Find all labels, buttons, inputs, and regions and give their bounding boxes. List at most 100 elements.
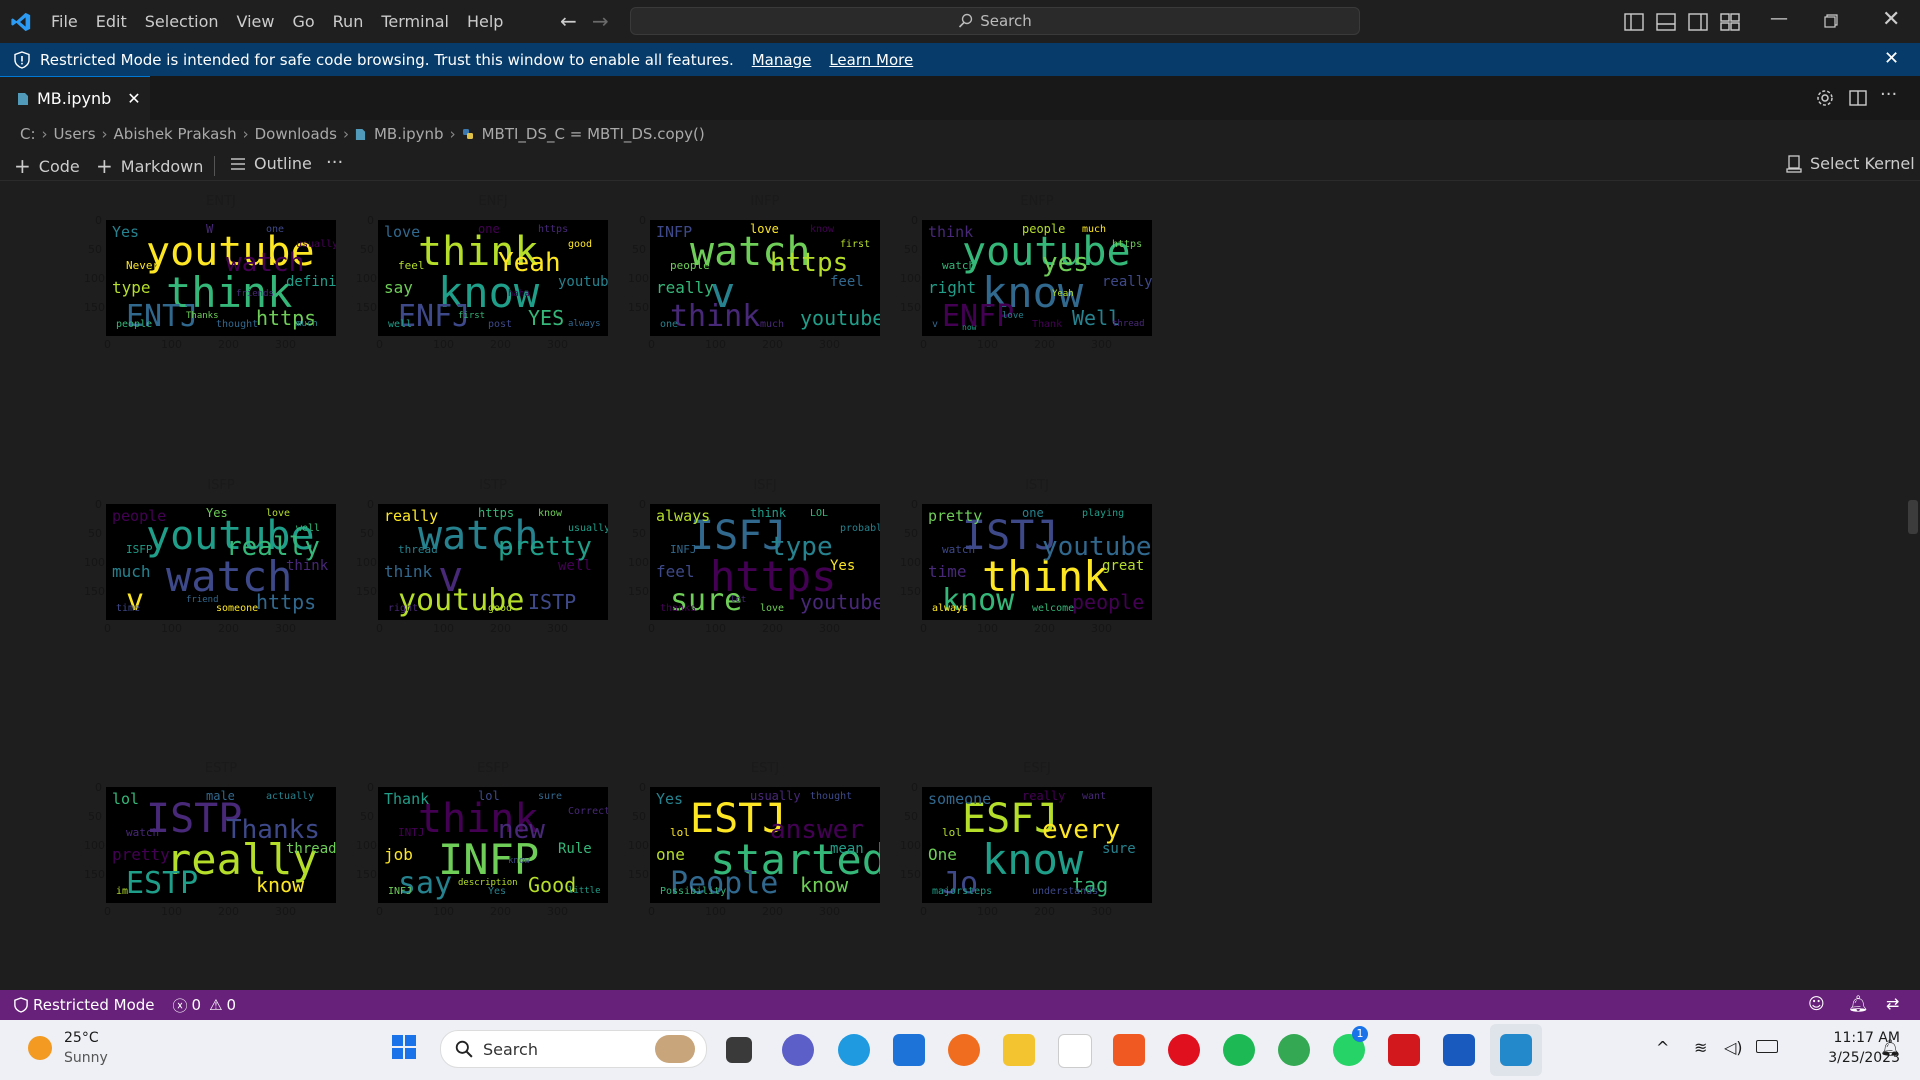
wordcloud-word: majorsteps [932,886,993,897]
x-tick-label: 0 [648,622,655,635]
wordcloud-title: ESFJ [1023,761,1051,776]
notification-icon[interactable]: 🔔︎ [1880,1038,1900,1057]
wordcloud-word: much [1082,224,1107,235]
menu-view[interactable]: View [228,0,284,43]
customize-layout-icon[interactable] [1718,10,1742,34]
y-tick-label: 0 [639,214,646,227]
wordcloud-word: friends [236,289,274,299]
volume-icon[interactable]: ◁) [1724,1038,1743,1057]
wifi-icon[interactable]: ≋ [1694,1038,1707,1057]
y-tick-label: 150 [84,585,105,598]
teams-chat-icon[interactable] [782,1034,814,1066]
breadcrumb-drive[interactable]: C: [20,125,36,143]
toggle-panel-icon[interactable] [1654,10,1678,34]
search-highlight-icon [655,1035,695,1063]
windows-start-icon[interactable] [392,1035,416,1059]
warning-count: 0 [226,996,237,1014]
back-arrow-icon[interactable]: ← [560,9,577,33]
scrollbar-thumb[interactable] [1908,500,1918,534]
breadcrumb-user[interactable]: Abishek Prakash [114,125,237,143]
wordcloud-word: friend [186,595,219,605]
task-view-icon[interactable] [726,1037,752,1063]
select-kernel-label: Select Kernel [1810,154,1915,173]
menu-help[interactable]: Help [458,0,512,43]
split-editor-icon[interactable] [1848,88,1868,108]
forward-arrow-icon[interactable]: → [592,9,609,33]
restore-icon[interactable] [1824,14,1838,28]
menu-selection[interactable]: Selection [136,0,228,43]
amazon-icon[interactable] [1058,1034,1092,1068]
taskbar-search[interactable]: Search [440,1030,707,1068]
minimize-icon[interactable]: — [1770,8,1788,29]
weather-condition[interactable]: Sunny [64,1050,108,1066]
wordcloud-word: little [568,886,601,896]
firefox-icon[interactable] [948,1034,980,1066]
more-toolbar-icon[interactable]: ··· [326,152,343,173]
wordcloud-word: really [656,278,714,297]
wordcloud-word: type [112,278,151,297]
menu-go[interactable]: Go [283,0,323,43]
remote-icon[interactable]: ⇄ [1886,994,1899,1013]
vscode-taskbar-icon[interactable] [1500,1034,1532,1066]
add-code-cell-button[interactable]: + Code [14,154,80,178]
y-tick-label: 50 [632,810,646,823]
close-window-icon[interactable]: ✕ [1882,7,1900,32]
breadcrumb-downloads[interactable]: Downloads [255,125,337,143]
weather-temp[interactable]: 25°C [64,1030,99,1046]
edge-icon[interactable] [838,1034,870,1066]
breadcrumb-users[interactable]: Users [54,125,96,143]
wordcloud-word: know [800,873,849,897]
plus-icon: + [14,154,31,178]
python-icon [462,129,473,139]
menu-run[interactable]: Run [324,0,373,43]
select-kernel-button[interactable]: Select Kernel [1786,154,1915,173]
wordcloud-word: https [478,506,515,520]
menu-terminal[interactable]: Terminal [372,0,458,43]
y-tick-label: 150 [900,585,921,598]
spotify-icon[interactable] [1223,1034,1255,1066]
menu-edit[interactable]: Edit [87,0,136,43]
gear-icon[interactable] [1815,88,1835,108]
chrome-icon[interactable] [1278,1034,1310,1066]
restricted-mode-status[interactable]: Restricted Mode [14,996,155,1014]
command-center-search[interactable]: Search [630,7,1360,35]
battery-icon[interactable] [1756,1040,1778,1053]
wordcloud-word: right [388,603,419,614]
wordcloud-word: answer [770,815,864,845]
more-actions-icon[interactable]: ··· [1880,84,1897,105]
taskbar: 25°C Sunny Search 1 ^ ≋ ◁) 11:17 AM 3/25… [0,1020,1920,1080]
word-icon[interactable] [1443,1034,1475,1066]
acrobat-icon[interactable] [1388,1034,1420,1066]
manage-link[interactable]: Manage [752,51,812,69]
add-markdown-cell-button[interactable]: + Markdown [96,154,203,178]
y-tick-label: 0 [95,781,102,794]
mail-icon[interactable] [893,1034,925,1066]
file-explorer-icon[interactable] [1003,1034,1035,1066]
close-tab-icon[interactable]: ✕ [127,89,140,108]
wordcloud-word: know [508,856,530,866]
tab-mb-ipynb[interactable]: MB.ipynb ✕ [0,76,150,120]
wordcloud-word: understands [1032,886,1099,897]
toolbar-divider [214,156,215,176]
wordcloud-image: ISFJ https sure type youtube always think feel Y… [650,504,880,620]
x-tick-label: 100 [977,338,998,351]
toggle-primary-sidebar-icon[interactable] [1622,10,1646,34]
wordcloud-word: watch [942,259,976,272]
wordcloud-word: people [1022,222,1066,236]
outline-button[interactable]: Outline [230,154,312,173]
wordcloud-word: people [1072,590,1145,614]
breadcrumb-file[interactable]: MB.ipynb [374,125,444,143]
brave-icon[interactable] [1113,1034,1145,1066]
feedback-icon[interactable]: ☺ [1808,994,1825,1013]
close-banner-icon[interactable]: ✕ [1884,48,1899,69]
chevron-up-icon[interactable]: ^ [1656,1038,1669,1057]
breadcrumb-cell[interactable]: MBTI_DS_C = MBTI_DS.copy() [482,125,705,143]
bell-icon[interactable]: 🔔︎ [1848,994,1868,1013]
chevron-right-icon: › [101,125,108,143]
y-tick-label: 100 [628,839,649,852]
toggle-secondary-sidebar-icon[interactable] [1686,10,1710,34]
menu-file[interactable]: File [42,0,87,43]
problems-status[interactable]: ⓧ 0 ⚠ 0 [173,995,237,1016]
learn-more-link[interactable]: Learn More [829,51,913,69]
opera-icon[interactable] [1168,1034,1200,1066]
